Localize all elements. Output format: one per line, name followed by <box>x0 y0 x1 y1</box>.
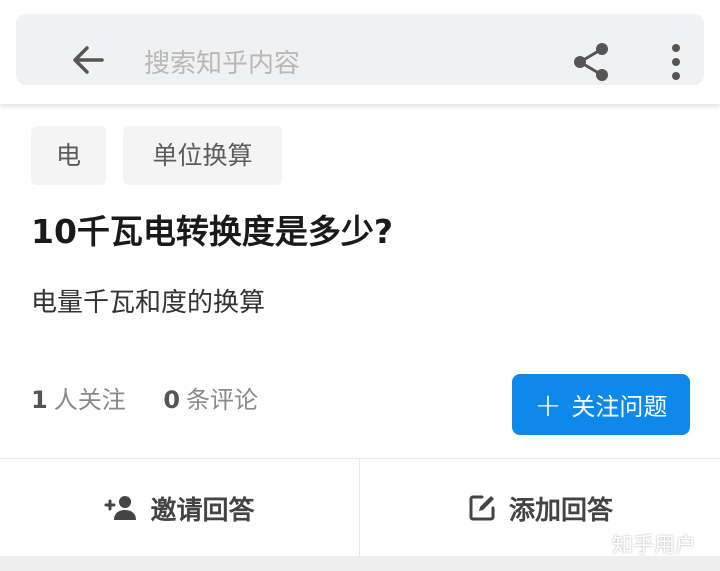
question-title: 10千瓦电转换度是多少? <box>31 212 394 251</box>
comments-count: 0 <box>163 386 181 414</box>
followers-stat[interactable]: 1 人关注 <box>31 380 126 420</box>
follow-question-button[interactable]: + 关注问题 <box>512 374 690 435</box>
follow-question-label: 关注问题 <box>571 393 668 421</box>
back-button[interactable] <box>66 38 110 82</box>
more-vertical-icon <box>672 44 680 80</box>
add-answer-label: 添加回答 <box>508 495 613 526</box>
topic-tag[interactable]: 单位换算 <box>123 126 282 185</box>
watermark: 知乎用户 <box>612 533 696 557</box>
search-bar[interactable]: 搜索知乎内容 <box>16 14 704 85</box>
question-description: 电量千瓦和度的换算 <box>31 288 266 318</box>
top-bar: 搜索知乎内容 <box>0 0 720 104</box>
arrow-left-icon <box>73 46 104 74</box>
search-input[interactable]: 搜索知乎内容 <box>144 44 300 84</box>
plus-icon: + <box>534 385 562 424</box>
topic-tag[interactable]: 电 <box>31 126 106 185</box>
more-options-button[interactable] <box>662 41 690 83</box>
person-add-icon <box>104 496 137 520</box>
invite-answer-label: 邀请回答 <box>150 495 255 526</box>
edit-icon <box>469 495 495 521</box>
followers-label: 人关注 <box>53 386 126 414</box>
share-button[interactable] <box>570 41 612 83</box>
comments-stat[interactable]: 0 条评论 <box>163 380 258 420</box>
followers-count: 1 <box>31 386 48 414</box>
question-stats: 1 人关注 0 条评论 <box>31 380 288 420</box>
invite-answer-button[interactable]: 邀请回答 <box>0 459 359 557</box>
share-icon <box>574 43 608 81</box>
comments-label: 条评论 <box>186 386 259 414</box>
